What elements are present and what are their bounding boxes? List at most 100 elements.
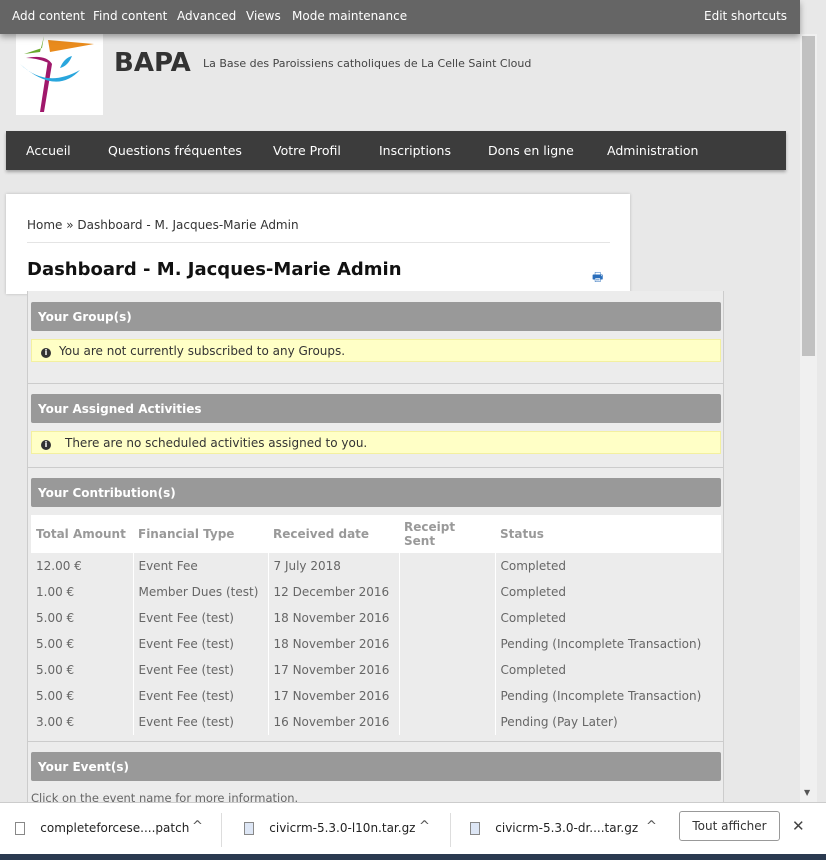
breadcrumb: Home » Dashboard - M. Jacques-Marie Admi… [27, 218, 299, 232]
table-cell [399, 553, 496, 579]
admin-toolbar: Add content Find content Advanced Views … [0, 0, 800, 34]
table-row: 3.00 € Event Fee (test) 16 November 2016 Pe… [31, 709, 721, 735]
groups-message: i You are not currently subscribed to any… [31, 339, 721, 362]
archive-icon [470, 822, 480, 835]
dashboard: Your Group(s) i You are not currently sub… [27, 291, 724, 805]
table-cell [399, 709, 496, 735]
close-icon[interactable]: ✕ [792, 817, 805, 835]
table-cell: 5.00 € [31, 657, 134, 683]
download-item[interactable]: completeforcese....patch [15, 821, 189, 835]
info-icon: i [41, 440, 51, 450]
toolbar-find-content[interactable]: Find content [93, 9, 167, 23]
table-cell: 12 December 2016 [268, 579, 400, 605]
download-name: civicrm-5.3.0-dr....tar.gz [495, 821, 639, 835]
table-cell: Pending (Incomplete Transaction) [500, 689, 702, 703]
info-icon: i [41, 348, 51, 358]
nav-accueil[interactable]: Accueil [26, 143, 71, 158]
file-icon [15, 822, 25, 835]
table-cell: Event Fee (test) [133, 605, 269, 631]
toolbar-mode-maintenance[interactable]: Mode maintenance [292, 9, 407, 23]
scrollbar-thumb[interactable] [802, 36, 815, 356]
download-item[interactable]: civicrm-5.3.0-dr....tar.gz [470, 821, 638, 835]
table-cell: Completed [500, 585, 566, 599]
table-row: 12.00 € Event Fee 7 July 2018 Completed [31, 553, 721, 579]
col-received-date[interactable]: Received date [268, 515, 399, 553]
groups-message-text: You are not currently subscribed to any … [59, 344, 346, 358]
table-cell: Pending (Pay Later) [500, 715, 618, 729]
content-card: Home » Dashboard - M. Jacques-Marie Admi… [6, 194, 630, 294]
events-header[interactable]: Your Event(s) [31, 752, 721, 781]
table-cell: 18 November 2016 [268, 605, 400, 631]
table-cell: 16 November 2016 [268, 709, 400, 735]
divider [28, 383, 723, 384]
contributions-table: Total Amount Financial Type Received dat… [31, 515, 721, 735]
chevron-up-icon[interactable]: ^ [646, 819, 657, 834]
download-name: civicrm-5.3.0-l10n.tar.gz [269, 821, 416, 835]
breadcrumb-home[interactable]: Home [27, 218, 62, 232]
table-cell [399, 579, 496, 605]
downloads-bar: completeforcese....patch ^ civicrm-5.3.0… [0, 802, 826, 854]
divider [28, 741, 723, 742]
table-row: 5.00 € Event Fee (test) 18 November 2016 Co… [31, 605, 721, 631]
toolbar-add-content[interactable]: Add content [12, 9, 85, 23]
table-cell: Pending (Incomplete Transaction) [500, 637, 702, 651]
col-financial-type[interactable]: Financial Type [133, 515, 268, 553]
page-title: Dashboard - M. Jacques-Marie Admin [27, 259, 402, 280]
table-cell: Completed [500, 663, 566, 677]
activities-header[interactable]: Your Assigned Activities [31, 394, 721, 423]
table-cell: Event Fee (test) [133, 657, 269, 683]
breadcrumb-separator: » [62, 218, 78, 232]
table-cell: 5.00 € [31, 683, 134, 709]
main-nav: Accueil Questions fréquentes Votre Profi… [6, 131, 786, 170]
divider [28, 467, 723, 468]
table-cell: Member Dues (test) [133, 579, 269, 605]
archive-icon [244, 822, 254, 835]
table-cell: Completed [500, 559, 566, 573]
nav-questions[interactable]: Questions fréquentes [108, 143, 242, 158]
table-cell: 5.00 € [31, 605, 134, 631]
toolbar-edit-shortcuts[interactable]: Edit shortcuts [704, 9, 787, 23]
table-cell: 18 November 2016 [268, 631, 400, 657]
table-cell: Event Fee [133, 553, 269, 579]
nav-administration[interactable]: Administration [607, 143, 698, 158]
col-receipt-sent[interactable]: Receipt Sent [399, 515, 495, 553]
divider [450, 813, 451, 847]
site-slogan: La Base des Paroissiens catholiques de L… [203, 57, 532, 70]
col-status[interactable]: Status [495, 515, 721, 553]
table-cell: 17 November 2016 [268, 657, 400, 683]
table-cell: 3.00 € [31, 709, 134, 735]
contributions-header[interactable]: Your Contribution(s) [31, 478, 721, 507]
breadcrumb-current: Dashboard - M. Jacques-Marie Admin [77, 218, 299, 232]
table-row: 5.00 € Event Fee (test) 17 November 2016 Co… [31, 657, 721, 683]
col-total-amount[interactable]: Total Amount [31, 515, 133, 553]
site-name[interactable]: BAPA [114, 48, 191, 78]
download-name: completeforcese....patch [40, 821, 190, 835]
toolbar-views[interactable]: Views [246, 9, 281, 23]
scroll-down-arrow-icon[interactable]: ▼ [804, 788, 810, 797]
taskbar [0, 854, 826, 860]
table-cell [399, 605, 496, 631]
chevron-up-icon[interactable]: ^ [419, 819, 430, 834]
table-cell: 7 July 2018 [268, 553, 400, 579]
chevron-up-icon[interactable]: ^ [192, 819, 203, 834]
download-item[interactable]: civicrm-5.3.0-l10n.tar.gz [244, 821, 415, 835]
activities-message-text: There are no scheduled activities assign… [65, 436, 368, 450]
table-cell [399, 683, 496, 709]
toolbar-advanced[interactable]: Advanced [177, 9, 236, 23]
divider [27, 242, 610, 243]
table-cell: Event Fee (test) [133, 709, 269, 735]
table-cell [399, 631, 496, 657]
nav-inscriptions[interactable]: Inscriptions [379, 143, 451, 158]
site-logo[interactable] [16, 34, 103, 115]
table-cell: 1.00 € [31, 579, 134, 605]
nav-dons[interactable]: Dons en ligne [488, 143, 574, 158]
activities-message: i There are no scheduled activities assig… [31, 431, 721, 454]
print-icon[interactable]: 🖶 [592, 268, 603, 289]
table-row: 1.00 € Member Dues (test) 12 December 2016… [31, 579, 721, 605]
table-cell: 12.00 € [31, 553, 134, 579]
nav-profil[interactable]: Votre Profil [273, 143, 341, 158]
table-cell: Event Fee (test) [133, 683, 269, 709]
show-all-downloads-button[interactable]: Tout afficher [679, 811, 780, 841]
groups-header[interactable]: Your Group(s) [31, 302, 721, 331]
table-row: 5.00 € Event Fee (test) 18 November 2016 Pe… [31, 631, 721, 657]
